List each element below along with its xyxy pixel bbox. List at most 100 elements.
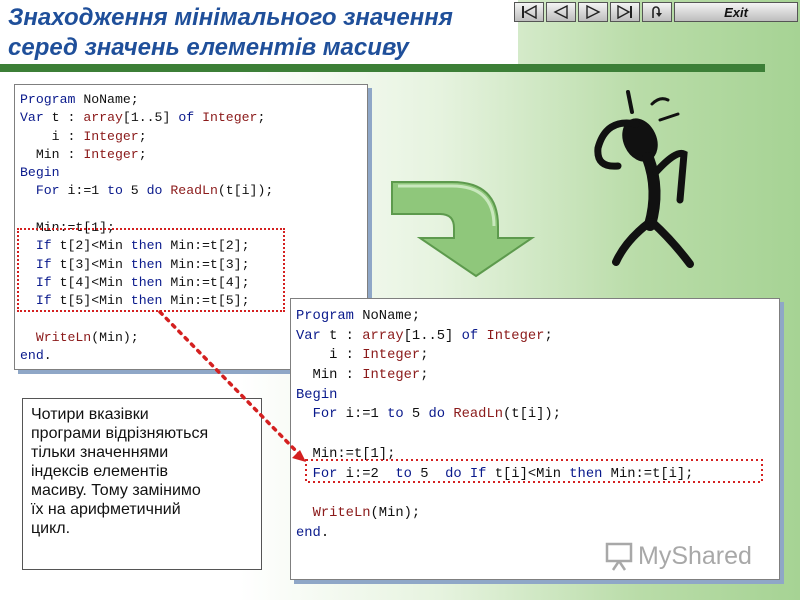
- code-line: WriteLn(Min);: [296, 504, 779, 524]
- code-token: ReadLn: [170, 183, 218, 199]
- curved-arrow-icon: [391, 181, 536, 278]
- code-token: Program: [296, 309, 354, 324]
- code-token: i :: [296, 348, 363, 364]
- watermark-logo: MyShared: [604, 540, 764, 572]
- note-line: тільки значеннями: [31, 444, 169, 461]
- code-token: 5: [122, 183, 147, 199]
- code-token: Var: [296, 328, 321, 344]
- first-slide-button[interactable]: [514, 2, 544, 22]
- code-token: to: [107, 183, 123, 199]
- watermark-text: MyShared: [638, 541, 752, 570]
- code-token: For: [312, 407, 338, 423]
- note-line: масиву. Тому замінимо: [31, 482, 201, 499]
- code-token: i:=1: [59, 183, 108, 199]
- code-token: (t[i]);: [503, 407, 561, 423]
- title-panel: Знаходження мінімального значення серед …: [0, 0, 518, 66]
- code-token: i :: [20, 128, 84, 144]
- code-token: Min :: [20, 146, 84, 162]
- code-token: If: [469, 466, 487, 482]
- next-slide-button[interactable]: [578, 2, 608, 22]
- title-underline: [0, 64, 765, 72]
- code-token: array: [362, 328, 404, 344]
- code-line: Var t : array[1..5] of Integer;: [296, 327, 779, 347]
- code-token: of: [461, 328, 479, 344]
- code-line: Program NoName;: [20, 91, 367, 109]
- code-token: do: [445, 466, 462, 482]
- code-token: Min:=t[i];: [602, 466, 694, 482]
- code-line: For i:=1 to 5 do ReadLn(t[i]);: [296, 405, 779, 425]
- code-token: For: [312, 466, 338, 482]
- code-line: Begin: [20, 164, 367, 182]
- code-token: t :: [320, 328, 363, 344]
- code-token: [1..5]: [403, 328, 462, 344]
- previous-slide-button[interactable]: [546, 2, 576, 22]
- code-token: end: [296, 525, 321, 541]
- code-line: i : Integer;: [296, 346, 779, 366]
- explanation-note: Чотири вказівки програми відрізняються т…: [22, 398, 262, 570]
- code-token: ;: [420, 348, 429, 364]
- code-token: .: [43, 348, 52, 364]
- code-token: ;: [257, 110, 266, 126]
- presentation-board-icon: [605, 542, 633, 571]
- code-line: Min : Integer;: [296, 366, 779, 386]
- code-token: .: [320, 525, 330, 541]
- code-token: Min :: [296, 368, 363, 384]
- return-button[interactable]: [642, 2, 672, 22]
- code-token: ;: [420, 368, 429, 384]
- code-token: (t[i]);: [217, 183, 274, 199]
- next-icon: [586, 5, 601, 19]
- note-line: Чотири вказівки: [31, 406, 149, 423]
- code-token: Integer: [83, 128, 139, 144]
- note-line: програми відрізняються: [31, 425, 209, 442]
- first-icon: [522, 5, 537, 19]
- code-token: NoName;: [75, 92, 139, 107]
- code-token: Integer: [362, 348, 421, 364]
- code-token: (Min);: [91, 329, 139, 345]
- code-line: Min:=t[1];: [296, 445, 779, 465]
- code-line: Program NoName;: [296, 307, 779, 327]
- code-token: t :: [43, 110, 84, 126]
- code-token: do: [146, 183, 163, 199]
- confused-stick-figure-icon: [594, 90, 694, 268]
- note-line: їх на арифметичний: [31, 501, 181, 518]
- last-icon: [617, 5, 632, 19]
- code-token: WriteLn: [312, 505, 371, 521]
- code-token: to: [395, 466, 412, 482]
- code-token: end: [20, 348, 44, 364]
- code-listing-improved: Program NoName; Var t : array[1..5] of In…: [290, 298, 780, 580]
- code-token: Integer: [362, 368, 421, 384]
- note-line: цикл.: [31, 520, 71, 537]
- code-token: NoName;: [353, 309, 421, 324]
- prev-icon: [553, 5, 568, 19]
- code-token: ;: [138, 146, 147, 162]
- code-line: Min : Integer;: [20, 146, 367, 164]
- code-line: For i:=2 to 5 do If t[i]<Min then Min:=t…: [296, 465, 779, 485]
- code-token: ;: [138, 128, 147, 144]
- last-slide-button[interactable]: [610, 2, 640, 22]
- code-token: then: [569, 466, 603, 482]
- slide-title: Знаходження мінімального значення серед …: [8, 3, 513, 63]
- note-line: індексів елементів: [31, 463, 169, 480]
- title-line-1: Знаходження мінімального значення: [8, 4, 453, 31]
- code-token: [1..5]: [122, 110, 179, 126]
- title-line-2: серед значень елементів масиву: [8, 34, 409, 61]
- code-token: i:=1: [337, 407, 388, 423]
- code-token: 5: [403, 407, 429, 423]
- code-line: Begin: [296, 386, 779, 406]
- exit-button[interactable]: Exit: [674, 2, 798, 22]
- code-token: For: [35, 183, 60, 199]
- code-token: WriteLn: [35, 329, 92, 345]
- code-line: Var t : array[1..5] of Integer;: [20, 109, 367, 127]
- code-token: do: [428, 407, 446, 423]
- code-token: (Min);: [370, 505, 421, 521]
- code-token: Program: [20, 92, 76, 107]
- code-token: Begin: [20, 165, 60, 181]
- code-token: Integer: [202, 110, 258, 126]
